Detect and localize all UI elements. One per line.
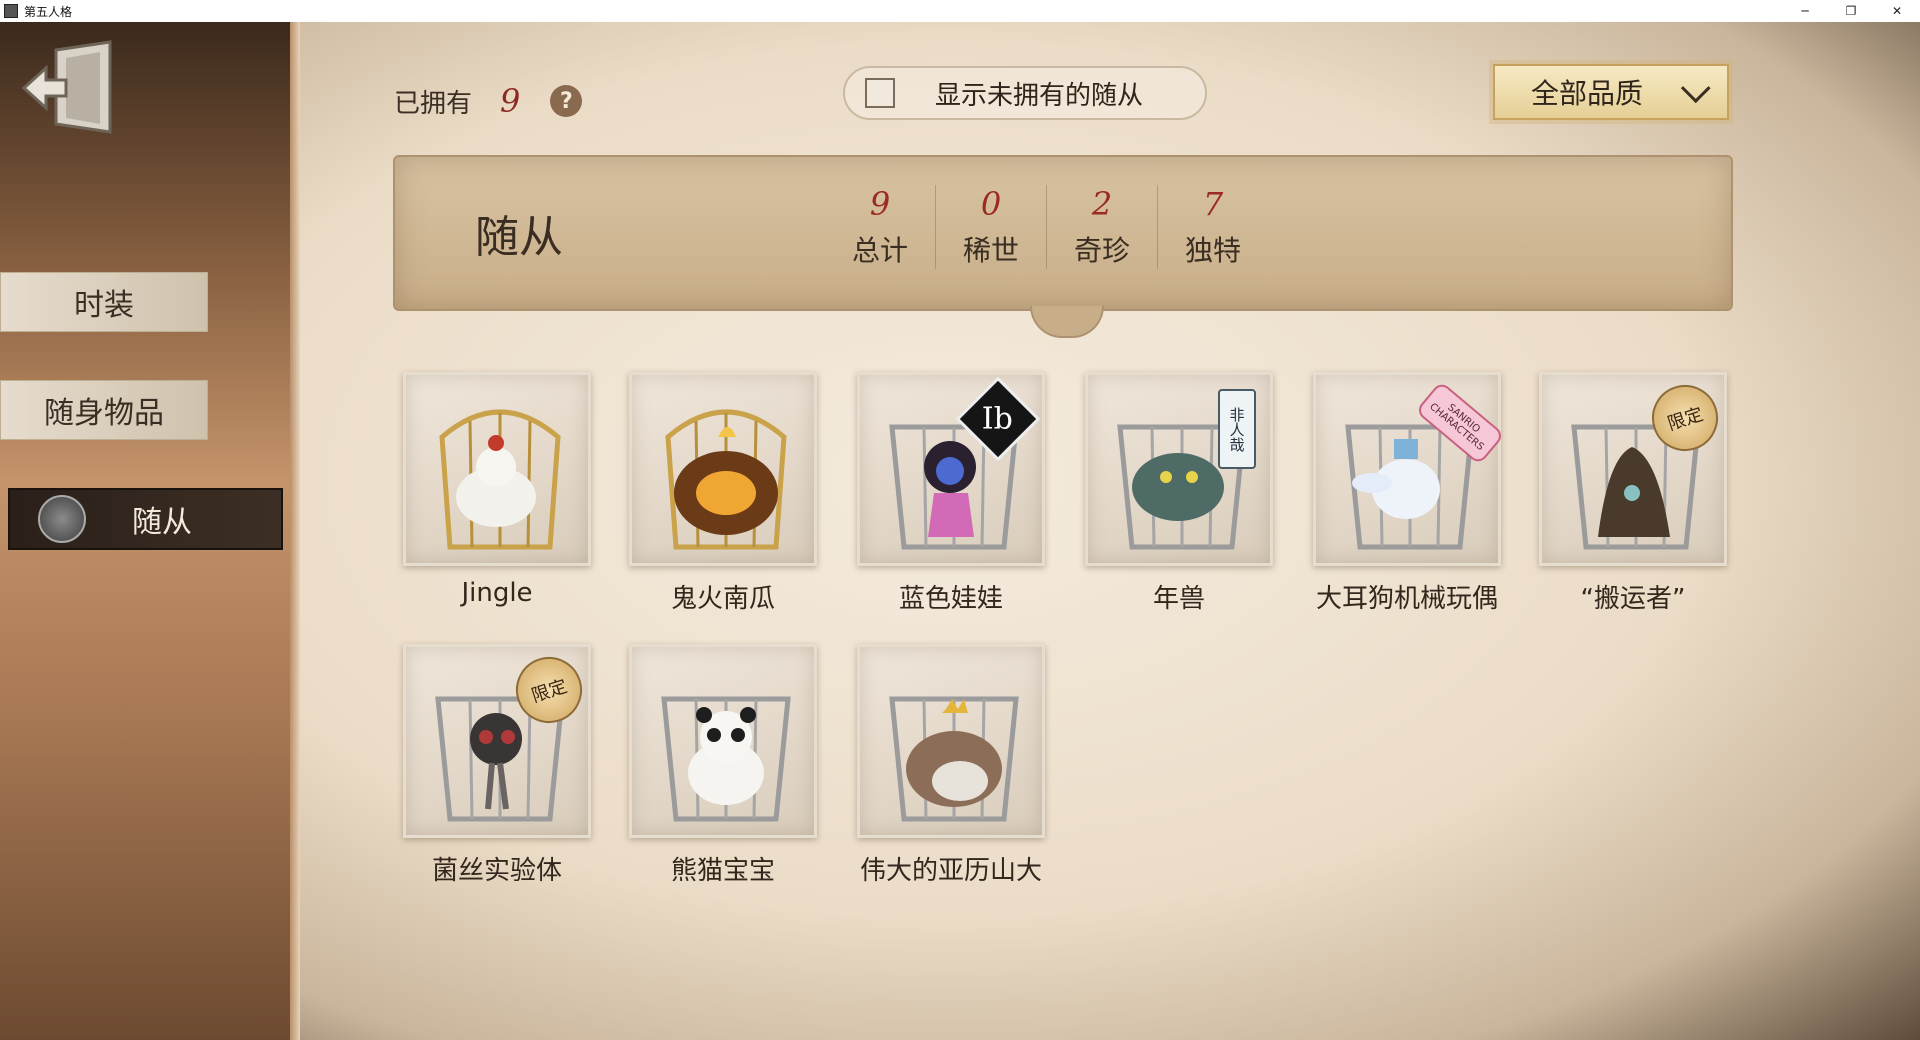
- pet-name: “搬运者”: [1580, 584, 1686, 614]
- pet-card[interactable]: 限定 菌丝实验体: [400, 644, 594, 887]
- shield-emblem-icon: [38, 495, 86, 543]
- stat-value: 7: [1202, 185, 1224, 223]
- badge-text: 限定: [529, 675, 570, 707]
- badge-text: 限定: [1665, 403, 1706, 435]
- stat-label: 奇珍: [1073, 234, 1130, 267]
- cage-icon: [439, 409, 561, 550]
- show-unowned-toggle[interactable]: 显示未拥有的随从: [843, 66, 1207, 120]
- stat-total: 9 总计: [825, 185, 936, 269]
- stat-unique: 7 独特: [1158, 185, 1268, 269]
- minimize-button[interactable]: ─: [1782, 0, 1828, 22]
- pet-frame: Ib: [857, 372, 1045, 566]
- stat-rare: 0 稀世: [936, 185, 1047, 269]
- pet-card[interactable]: SANRIO CHARACTERS 大耳狗机械玩偶: [1310, 372, 1506, 615]
- pet-name: 伟大的亚历山大: [859, 856, 1042, 886]
- quality-filter-dropdown[interactable]: 全部品质: [1493, 64, 1729, 120]
- show-unowned-checkbox[interactable]: [865, 78, 895, 108]
- window-title: 第五人格: [24, 4, 73, 19]
- stat-label: 独特: [1184, 234, 1241, 267]
- stat-precious: 2 奇珍: [1047, 185, 1158, 269]
- pet-card[interactable]: 非人哉 年兽: [1082, 372, 1276, 615]
- pet-frame: 非人哉: [1085, 372, 1273, 566]
- banner-title: 随从: [475, 212, 563, 263]
- pet-frame: 限定: [403, 644, 591, 838]
- pet-frame: SANRIO CHARACTERS: [1313, 372, 1506, 566]
- stat-value: 2: [1091, 185, 1113, 223]
- badge-text: Ib: [982, 401, 1014, 437]
- window-titlebar: 第五人格 ─ ❐ ✕: [0, 0, 1920, 22]
- chevron-down-icon: [1680, 72, 1711, 103]
- pet-name: 鬼火南瓜: [670, 584, 775, 614]
- pet-card[interactable]: 限定 “搬运者”: [1536, 372, 1730, 615]
- pet-frame: [857, 644, 1045, 838]
- pet-name: 熊猫宝宝: [670, 856, 775, 886]
- pet-frame: [629, 372, 817, 566]
- pet-name: 菌丝实验体: [431, 856, 562, 886]
- owned-label: 已拥有: [394, 88, 473, 119]
- help-symbol: ?: [559, 88, 573, 114]
- cage-icon: [665, 409, 787, 550]
- pet-frame: 限定: [1539, 372, 1727, 566]
- pet-name: 蓝色娃娃: [898, 584, 1003, 614]
- badge-text: 非人哉: [1227, 406, 1246, 452]
- sidebar-tab-label: 时装: [74, 288, 134, 323]
- pet-frame: [629, 644, 817, 838]
- owned-count: 9: [500, 82, 521, 120]
- sidebar-tab-accessory[interactable]: 随身物品: [0, 380, 208, 440]
- sidebar-tab-label: 随从: [132, 505, 192, 540]
- pet-card[interactable]: 鬼火南瓜: [626, 372, 820, 615]
- pet-name: 大耳狗机械玩偶: [1315, 584, 1498, 614]
- pet-card[interactable]: 熊猫宝宝: [626, 644, 820, 887]
- sidebar-tab-pets[interactable]: 随从: [8, 488, 283, 550]
- stat-label: 稀世: [962, 234, 1019, 267]
- collab-scroll-badge: 非人哉: [1218, 389, 1256, 469]
- stat-value: 0: [980, 185, 1002, 223]
- owned-counter: 已拥有 9 ?: [394, 82, 583, 120]
- sidebar-tab-costume[interactable]: 时装: [0, 272, 208, 332]
- restore-button[interactable]: ❐: [1828, 0, 1874, 22]
- cage-icon: [889, 696, 1019, 822]
- app-icon: [4, 4, 18, 18]
- sidebar-tab-label: 随身物品: [44, 396, 164, 431]
- close-button[interactable]: ✕: [1874, 0, 1920, 22]
- show-unowned-label: 显示未拥有的随从: [935, 80, 1144, 111]
- pet-name: Jingle: [461, 578, 533, 608]
- stat-value: 9: [869, 185, 891, 223]
- game-viewport: 时装 随身物品 随从 已拥有 9 ? 显示未拥有的随从 全部品质 随从 9 总计: [0, 22, 1920, 1040]
- pet-card[interactable]: Ib 蓝色娃娃: [854, 372, 1048, 615]
- exit-door-icon[interactable]: [21, 40, 118, 140]
- rarity-stats: 9 总计 0 稀世 2 奇珍 7 独特: [825, 185, 1268, 269]
- pet-card[interactable]: Jingle: [400, 372, 594, 608]
- pet-frame: [403, 372, 591, 566]
- pet-card[interactable]: 伟大的亚历山大: [854, 644, 1048, 887]
- help-icon[interactable]: ?: [550, 85, 583, 117]
- pet-summary-banner: 随从 9 总计 0 稀世 2 奇珍 7 独特: [393, 155, 1733, 311]
- stat-label: 总计: [851, 234, 908, 267]
- pet-name: 年兽: [1152, 584, 1205, 614]
- quality-filter-value: 全部品质: [1531, 77, 1644, 110]
- sidebar: 时装 随身物品 随从: [0, 22, 300, 1040]
- cage-icon: [661, 696, 791, 822]
